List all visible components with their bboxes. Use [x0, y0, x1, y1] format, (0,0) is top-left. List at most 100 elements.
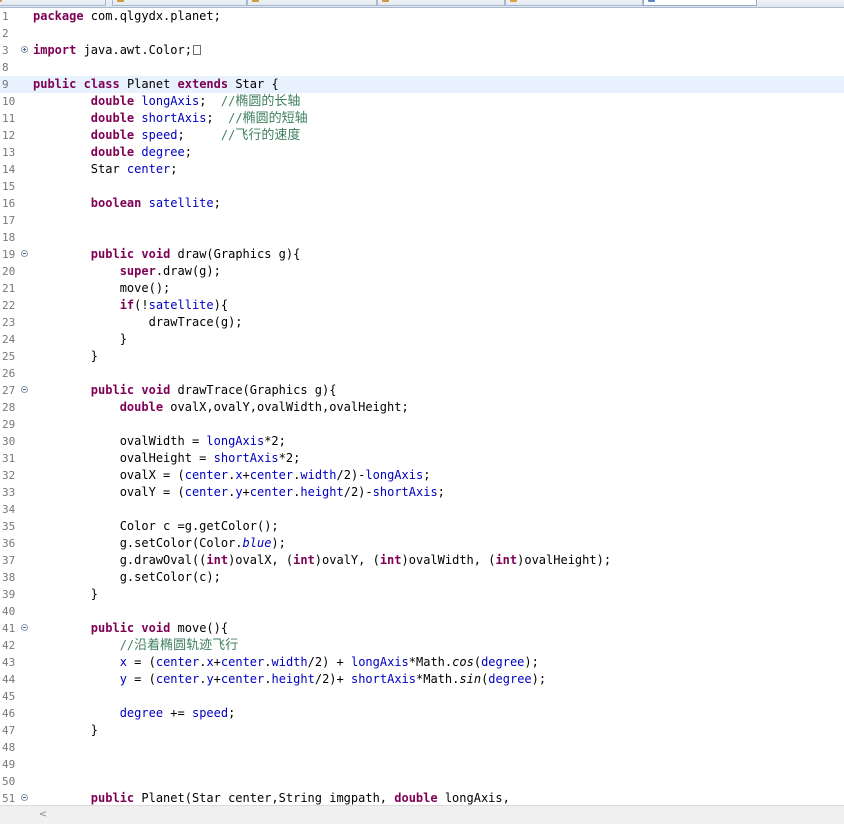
code-line[interactable]: 22 if(!satellite){: [0, 297, 844, 314]
code-line[interactable]: 13 double degree;: [0, 144, 844, 161]
code-line[interactable]: 3 import java.awt.Color;: [0, 42, 844, 59]
code-line[interactable]: 16 boolean satellite;: [0, 195, 844, 212]
code-line[interactable]: 25 }: [0, 348, 844, 365]
code-line[interactable]: 2: [0, 25, 844, 42]
code-token: /2) +: [307, 655, 351, 669]
code-line[interactable]: 30 ovalWidth = longAxis*2;: [0, 433, 844, 450]
code-line[interactable]: 34: [0, 501, 844, 518]
code-token: //: [220, 94, 236, 108]
code-token: center: [220, 672, 265, 686]
code-token: 椭圆的短轴: [242, 111, 308, 126]
code-token: }: [33, 349, 99, 363]
code-line[interactable]: 47 }: [0, 722, 844, 739]
code-token: public: [90, 383, 135, 397]
fold-collapse-icon[interactable]: [21, 794, 28, 801]
code-line[interactable]: 14 Star center;: [0, 161, 844, 178]
editor-tab[interactable]: [112, 0, 247, 6]
scroll-left-arrow-icon[interactable]: <: [36, 809, 50, 821]
code-line[interactable]: 20 super.draw(g);: [0, 263, 844, 280]
code-line[interactable]: 18: [0, 229, 844, 246]
editor-tab-active[interactable]: [643, 0, 757, 6]
code-line[interactable]: 12 double speed; //飞行的速度: [0, 127, 844, 144]
code-line[interactable]: 10 double longAxis; //椭圆的长轴: [0, 93, 844, 110]
line-number: 23: [2, 316, 16, 329]
code-token: degree: [481, 655, 525, 669]
code-line[interactable]: 27 public void drawTrace(Graphics g){: [0, 382, 844, 399]
fold-expand-icon[interactable]: [21, 46, 28, 53]
code-line[interactable]: 50: [0, 773, 844, 790]
code-line[interactable]: 26: [0, 365, 844, 382]
fold-collapse-icon[interactable]: [21, 250, 28, 257]
editor-tab[interactable]: [505, 0, 643, 6]
code-text: import java.awt.Color;: [33, 42, 201, 59]
code-line[interactable]: 45: [0, 688, 844, 705]
code-line[interactable]: 8: [0, 59, 844, 76]
code-text: double longAxis; //椭圆的长轴: [33, 93, 301, 110]
code-line[interactable]: 28 double ovalX,ovalY,ovalWidth,ovalHeig…: [0, 399, 844, 416]
code-token: drawTrace(g);: [33, 315, 243, 329]
code-line[interactable]: 36 g.setColor(Color.blue);: [0, 535, 844, 552]
line-number: 29: [2, 418, 16, 431]
code-line[interactable]: 11 double shortAxis; //椭圆的短轴: [0, 110, 844, 127]
code-token: center: [126, 162, 171, 176]
editor-tab[interactable]: [247, 0, 377, 6]
code-line[interactable]: 40: [0, 603, 844, 620]
code-line[interactable]: 43 x = (center.x+center.width/2) + longA…: [0, 654, 844, 671]
code-token: boolean: [90, 196, 142, 210]
code-line[interactable]: 42 //沿着椭圆轨迹飞行: [0, 637, 844, 654]
horizontal-scrollbar[interactable]: <: [0, 805, 844, 824]
code-line[interactable]: 33 ovalY = (center.y+center.height/2)-sh…: [0, 484, 844, 501]
code-text: if(!satellite){: [33, 297, 228, 314]
code-line[interactable]: 31 ovalHeight = shortAxis*2;: [0, 450, 844, 467]
code-line[interactable]: 9 public class Planet extends Star {: [0, 76, 844, 93]
code-token: ;: [423, 468, 431, 482]
fold-collapse-icon[interactable]: [21, 386, 28, 393]
code-token: = (: [126, 655, 156, 669]
code-line[interactable]: 1 package com.qlgydx.planet;: [0, 8, 844, 25]
line-number: 48: [2, 741, 16, 754]
code-line[interactable]: 38 g.setColor(c);: [0, 569, 844, 586]
code-line[interactable]: 46 degree += speed;: [0, 705, 844, 722]
line-number: 37: [2, 554, 16, 567]
editor-tab[interactable]: [377, 0, 505, 6]
code-line[interactable]: 23 drawTrace(g);: [0, 314, 844, 331]
code-line[interactable]: 19 public void draw(Graphics g){: [0, 246, 844, 263]
line-number: 2: [2, 27, 9, 40]
code-line[interactable]: 29: [0, 416, 844, 433]
code-token: center: [184, 485, 229, 499]
code-text: g.drawOval((int)ovalX, (int)ovalY, (int)…: [33, 552, 611, 569]
code-token: g.setColor(c);: [33, 570, 221, 584]
code-line[interactable]: 35 Color c =g.getColor();: [0, 518, 844, 535]
code-editor[interactable]: 1 package com.qlgydx.planet; 2 3 import java…: [0, 8, 844, 805]
folded-imports-box-icon[interactable]: [192, 45, 201, 55]
code-token: ;: [213, 196, 221, 210]
code-line[interactable]: 32 ovalX = (center.x+center.width/2)-lon…: [0, 467, 844, 484]
code-token: height: [300, 485, 344, 499]
code-line[interactable]: 39 }: [0, 586, 844, 603]
code-line[interactable]: 41 public void move(){: [0, 620, 844, 637]
code-line[interactable]: 48: [0, 739, 844, 756]
editor-tab[interactable]: [0, 0, 106, 6]
code-line[interactable]: 51 public Planet(Star center,String imgp…: [0, 790, 844, 805]
code-line[interactable]: 21 move();: [0, 280, 844, 297]
line-number: 15: [2, 180, 16, 193]
code-token: move();: [33, 281, 171, 295]
code-token: ;: [177, 128, 221, 142]
code-token: (: [473, 655, 482, 669]
code-line[interactable]: 49: [0, 756, 844, 773]
code-line[interactable]: 37 g.drawOval((int)ovalX, (int)ovalY, (i…: [0, 552, 844, 569]
code-token: +=: [163, 706, 192, 720]
code-line[interactable]: 44 y = (center.y+center.height/2)+ short…: [0, 671, 844, 688]
code-token: longAxis: [350, 655, 409, 669]
code-token: x: [206, 655, 214, 669]
code-line[interactable]: 15: [0, 178, 844, 195]
code-line[interactable]: 24 }: [0, 331, 844, 348]
code-token: (!: [134, 298, 149, 312]
code-line[interactable]: 17: [0, 212, 844, 229]
fold-collapse-icon[interactable]: [21, 624, 28, 631]
